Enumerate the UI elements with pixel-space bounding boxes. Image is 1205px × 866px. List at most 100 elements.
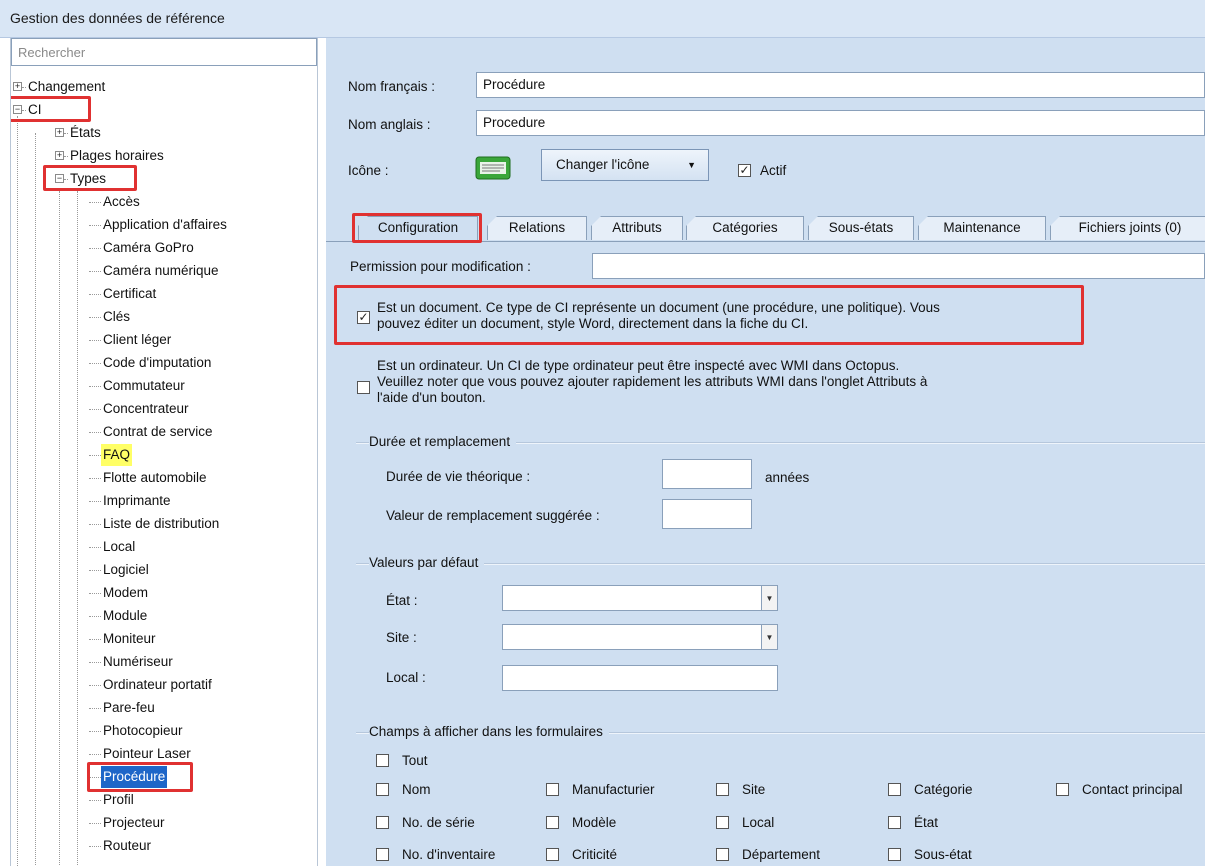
tab-label: Relations — [508, 220, 566, 235]
site-label: Site : — [386, 630, 417, 645]
expand-icon[interactable]: + — [55, 128, 64, 137]
tree-guide-line — [77, 191, 78, 866]
window-titlebar: Gestion des données de référence — [0, 0, 1205, 38]
tab-item[interactable]: Attributs — [591, 216, 683, 240]
tree-connector — [89, 731, 101, 732]
champ-site-label: Site — [742, 782, 766, 797]
champ-contact-checkbox[interactable] — [1056, 783, 1069, 796]
tab-item[interactable]: Relations — [487, 216, 587, 240]
tree-connector — [89, 547, 101, 548]
tree-connector — [89, 524, 101, 525]
tree-connector — [89, 685, 101, 686]
tab-configuration[interactable]: Configuration — [358, 216, 478, 242]
champ-inventaire-label: No. d'inventaire — [402, 847, 496, 862]
site-select[interactable]: ▼ — [502, 624, 778, 650]
champ-contact-label: Contact principal — [1082, 782, 1183, 797]
collapse-icon[interactable]: − — [55, 174, 64, 183]
tree-connector — [89, 409, 101, 410]
ordinateur-line-3: l'aide d'un bouton. — [377, 390, 486, 405]
nom-francais-field[interactable]: Procédure — [476, 72, 1205, 98]
actif-checkbox[interactable]: ✓ — [738, 164, 751, 177]
ordinateur-checkbox[interactable] — [357, 381, 370, 394]
chevron-down-icon: ▼ — [687, 160, 696, 170]
champ-tout-checkbox[interactable] — [376, 754, 389, 767]
tree-type-label: Client léger — [103, 332, 172, 347]
tree-type-label: Caméra numérique — [103, 263, 219, 278]
tree-connector — [89, 501, 101, 502]
expand-icon[interactable]: + — [13, 82, 22, 91]
champ-sous_etat-label: Sous-état — [914, 847, 972, 862]
champ-nom-label: Nom — [402, 782, 431, 797]
champ-site-checkbox[interactable] — [716, 783, 729, 796]
tree-type-label: Photocopieur — [103, 723, 183, 738]
champ-criticite-checkbox[interactable] — [546, 848, 559, 861]
tab-item[interactable]: Catégories — [686, 216, 804, 240]
champ-modele-checkbox[interactable] — [546, 816, 559, 829]
icone-label: Icône : — [348, 163, 389, 178]
details-panel: Nom français : Procédure Nom anglais : P… — [326, 38, 1205, 866]
changer-icone-label: Changer l'icône — [556, 157, 650, 172]
valeur-remplacement-field[interactable] — [662, 499, 752, 529]
tree-changement-label: Changement — [28, 79, 106, 94]
champ-inventaire-checkbox[interactable] — [376, 848, 389, 861]
tree-type-label: Profil — [103, 792, 134, 807]
tree-type-label: Commutateur — [103, 378, 185, 393]
tree-connector — [89, 225, 101, 226]
champ-local-checkbox[interactable] — [716, 816, 729, 829]
reference-tree-panel: + Changement − CI + États + Plages horai… — [10, 38, 318, 866]
tree-connector — [89, 593, 101, 594]
tab-label: Attributs — [612, 220, 662, 235]
tree-connector — [89, 432, 101, 433]
document-checkbox[interactable]: ✓ — [357, 311, 370, 324]
duree-vie-field[interactable] — [662, 459, 752, 489]
tree-types-label: Types — [70, 171, 107, 186]
changer-icone-button[interactable]: Changer l'icône ▼ — [541, 149, 709, 181]
tree-connector — [89, 202, 101, 203]
search-box[interactable] — [11, 38, 317, 66]
tab-strip: Configuration Relations Attributs Catégo… — [326, 216, 1205, 242]
tree-guide-line — [59, 191, 60, 866]
tab-divider — [326, 241, 1205, 242]
champ-local-label: Local — [742, 815, 775, 830]
ordinateur-line-1: Est un ordinateur. Un CI de type ordinat… — [377, 358, 900, 373]
nom-anglais-field[interactable]: Procedure — [476, 110, 1205, 136]
champ-manufacturier-checkbox[interactable] — [546, 783, 559, 796]
dropdown-arrow-icon[interactable]: ▼ — [761, 586, 777, 610]
champ-categorie-checkbox[interactable] — [888, 783, 901, 796]
champ-serie-checkbox[interactable] — [376, 816, 389, 829]
local-field[interactable] — [502, 665, 778, 691]
tree-connector — [89, 823, 101, 824]
tree-type-label: Code d'imputation — [103, 355, 212, 370]
tree-type-label: Certificat — [103, 286, 157, 301]
expand-icon[interactable]: + — [55, 151, 64, 160]
tree-connector — [89, 708, 101, 709]
tab-item[interactable]: Sous-états — [808, 216, 914, 240]
champ-departement-checkbox[interactable] — [716, 848, 729, 861]
tree-guide-line — [17, 116, 18, 866]
nom-anglais-label: Nom anglais : — [348, 117, 431, 132]
tab-item[interactable]: Maintenance — [918, 216, 1046, 240]
tree-type-label: Caméra GoPro — [103, 240, 194, 255]
tree-connector — [89, 317, 101, 318]
tab-item[interactable]: Fichiers joints (0) — [1050, 216, 1205, 240]
tree-ci-label: CI — [28, 102, 42, 117]
document-type-icon — [474, 154, 514, 182]
collapse-icon[interactable]: − — [13, 105, 22, 114]
champ-sous_etat-checkbox[interactable] — [888, 848, 901, 861]
search-input[interactable] — [12, 39, 316, 65]
permission-field[interactable] — [592, 253, 1205, 279]
tree-connector — [89, 363, 101, 364]
etat-select[interactable]: ▼ — [502, 585, 778, 611]
ordinateur-line-2: Veuillez noter que vous pouvez ajouter r… — [377, 374, 928, 389]
tree-connector — [89, 386, 101, 387]
tree-guide-line — [35, 133, 36, 866]
dropdown-arrow-icon[interactable]: ▼ — [761, 625, 777, 649]
champ-etat-checkbox[interactable] — [888, 816, 901, 829]
tree-type-label: Procédure — [101, 766, 168, 788]
tree-connector — [89, 777, 101, 778]
local-label: Local : — [386, 670, 426, 685]
champ-etat-label: État — [914, 815, 939, 830]
champ-nom-checkbox[interactable] — [376, 783, 389, 796]
tab-label: Maintenance — [943, 220, 1021, 235]
tree-connector — [89, 754, 101, 755]
